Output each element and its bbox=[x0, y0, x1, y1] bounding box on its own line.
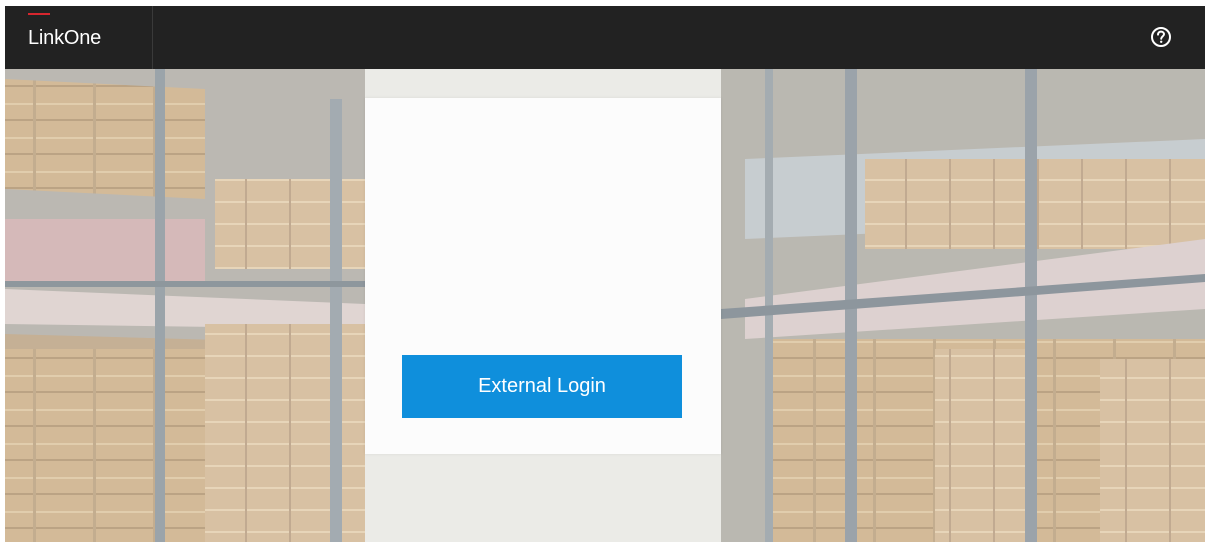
brand-area[interactable]: LinkOne bbox=[5, 6, 153, 69]
top-bar: LinkOne bbox=[5, 6, 1205, 69]
external-login-button[interactable]: External Login bbox=[402, 355, 682, 418]
help-button[interactable] bbox=[1150, 26, 1172, 48]
login-panel: External Login bbox=[365, 98, 721, 454]
brand-accent-line bbox=[28, 13, 50, 15]
app-window: LinkOne External Login bbox=[5, 6, 1205, 542]
brand-name: LinkOne bbox=[28, 27, 102, 49]
help-circle-icon bbox=[1151, 27, 1171, 47]
login-stage: External Login bbox=[5, 69, 1205, 542]
